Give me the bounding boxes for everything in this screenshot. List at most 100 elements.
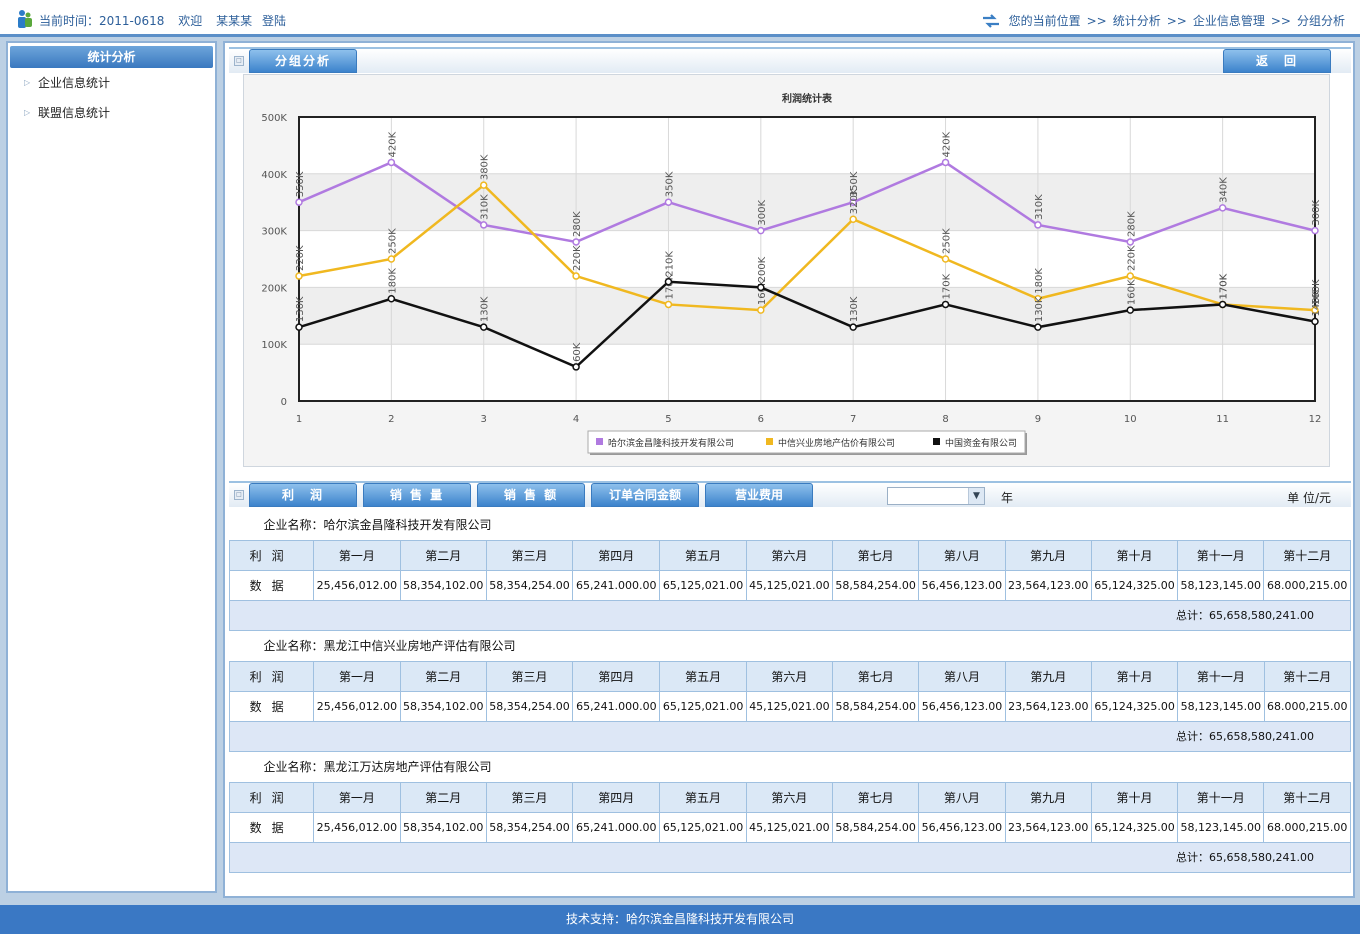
location-arrows-icon <box>982 13 999 28</box>
company-name: 企业名称：哈尔滨金昌隆科技开发有限公司 <box>229 510 1351 541</box>
session-info: 当前时间：2011-0618 欢迎 某某某 登陆 <box>39 12 296 29</box>
data-label: 340K <box>1219 177 1230 203</box>
legend-swatch <box>933 438 940 445</box>
data-label: 250K <box>387 228 398 254</box>
tab-contract-amount[interactable]: 订单合同金额 <box>591 483 699 507</box>
data-point <box>387 295 396 303</box>
data-cell: 56,456,123.00 <box>918 811 1006 843</box>
x-tick-label: 5 <box>665 414 671 425</box>
data-label: 130K <box>849 296 860 322</box>
tab-operating-expense[interactable]: 营业费用 <box>705 483 813 507</box>
total-row: 总计：65,658,580,241.00 <box>229 720 1351 752</box>
data-point <box>757 283 765 292</box>
data-point <box>295 198 303 206</box>
data-cell: 65,241.000.00 <box>572 811 661 843</box>
tab-sales-volume[interactable]: 销 售 量 <box>363 483 471 507</box>
chevron-down-icon[interactable]: ▼ <box>968 488 984 504</box>
y-tick-label: 400K <box>261 170 287 181</box>
data-label: 60K <box>572 342 583 362</box>
data-cell: 45,125,021.00 <box>745 569 833 601</box>
row-label: 利润 <box>228 781 315 813</box>
data-cell: 58,584,254.00 <box>831 569 920 601</box>
data-point <box>295 272 303 280</box>
x-tick-label: 8 <box>942 414 948 425</box>
location-label: 您的当前位置 <box>1008 14 1081 28</box>
x-tick-label: 9 <box>1035 414 1041 425</box>
data-point <box>295 323 303 331</box>
data-label: 300K <box>1311 200 1322 226</box>
sidebar-item-company-stats[interactable]: ▷ 企业信息统计 <box>8 68 215 98</box>
y-tick-label: 500K <box>261 113 287 124</box>
x-tick-label: 11 <box>1216 414 1229 425</box>
month-header: 第四月 <box>572 781 661 813</box>
x-tick-label: 6 <box>758 414 764 425</box>
breadcrumb-statistics[interactable]: 统计分析 <box>1113 12 1161 29</box>
breadcrumb: 您的当前位置 >> 统计分析 >> 企业信息管理 >> 分组分析 <box>981 12 1345 29</box>
breadcrumb-separator: >> <box>1166 13 1187 28</box>
data-point <box>572 363 580 371</box>
breadcrumb-company-mgmt[interactable]: 企业信息管理 <box>1193 12 1265 29</box>
legend-label: 中信兴业房地产估价有限公司 <box>778 437 895 449</box>
data-label: 210K <box>664 251 675 277</box>
data-cell: 65,125,021.00 <box>659 569 747 601</box>
month-header: 第十二月 <box>1263 660 1352 692</box>
grid-band <box>299 287 1315 345</box>
data-label: 310K <box>480 194 491 220</box>
data-point <box>1126 238 1135 246</box>
data-point <box>941 158 950 167</box>
data-point <box>1034 323 1042 331</box>
month-header: 第十一月 <box>1177 660 1265 692</box>
data-point <box>1126 272 1135 280</box>
data-cell: 58,354,102.00 <box>399 690 487 722</box>
data-cell: 58,123,145.00 <box>1177 811 1265 843</box>
breadcrumb-separator: >> <box>1086 13 1107 28</box>
collapse-icon[interactable]: □ <box>234 56 244 66</box>
data-cell: 58,354,254.00 <box>485 690 574 722</box>
month-header: 第十一月 <box>1177 539 1265 571</box>
company-table: 企业名称：哈尔滨金昌隆科技开发有限公司 利润 第一月 第二月 第三月 第四月 第五月 第六月第… <box>228 510 1351 631</box>
collapse-icon[interactable]: □ <box>234 490 244 500</box>
month-header: 第二月 <box>399 781 487 813</box>
data-label: 310K <box>1034 194 1045 220</box>
month-header: 第十月 <box>1090 539 1179 571</box>
month-header: 第八月 <box>918 781 1006 813</box>
sidebar: 统计分析 ▷ 企业信息统计 ▷ 联盟信息统计 <box>6 41 217 893</box>
data-label: 420K <box>942 131 953 157</box>
year-select[interactable]: ▼ <box>887 487 985 505</box>
data-label: 数据 <box>228 811 315 843</box>
chart-header-bar: □ 分组分析 返 回 <box>229 47 1351 73</box>
tab-sales-amount[interactable]: 销 售 额 <box>477 483 585 507</box>
x-tick-label: 4 <box>573 414 579 425</box>
sidebar-item-alliance-stats[interactable]: ▷ 联盟信息统计 <box>8 98 215 128</box>
month-header: 第六月 <box>745 781 833 813</box>
x-tick-label: 2 <box>388 414 394 425</box>
login-link[interactable]: 登陆 <box>262 14 286 28</box>
y-tick-label: 200K <box>261 283 287 294</box>
total-row: 总计：65,658,580,241.00 <box>229 841 1351 873</box>
back-button[interactable]: 返 回 <box>1223 49 1331 73</box>
data-point <box>849 215 857 223</box>
month-header: 第三月 <box>485 781 574 813</box>
data-point <box>479 323 488 331</box>
legend-swatch <box>766 438 773 445</box>
data-label: 300K <box>757 200 768 226</box>
data-label: 280K <box>1126 211 1137 237</box>
data-point <box>479 181 488 189</box>
triangle-right-icon: ▷ <box>24 108 31 117</box>
month-header-row: 利润 第一月 第二月 第三月 第四月 第五月 第六月 第七月 第八月 第九月 第十月 第十一月 第十二月 <box>228 660 1352 692</box>
data-label: 170K <box>942 273 953 299</box>
data-label: 180K <box>387 268 398 294</box>
month-header: 第四月 <box>572 660 661 692</box>
data-label: 140K <box>1311 290 1322 316</box>
triangle-right-icon: ▷ <box>24 78 31 87</box>
data-label: 200K <box>757 256 768 282</box>
sidebar-item-label: 企业信息统计 <box>38 76 111 90</box>
month-header: 第十二月 <box>1263 539 1351 571</box>
tab-profit[interactable]: 利 润 <box>249 483 357 507</box>
tab-group-analysis[interactable]: 分组分析 <box>249 49 357 73</box>
breadcrumb-group-analysis[interactable]: 分组分析 <box>1297 12 1345 29</box>
data-cell: 45,125,021.00 <box>745 811 833 843</box>
data-label: 220K <box>572 245 583 271</box>
x-tick-label: 12 <box>1309 414 1322 425</box>
chart-title: 利润统计表 <box>782 92 833 105</box>
